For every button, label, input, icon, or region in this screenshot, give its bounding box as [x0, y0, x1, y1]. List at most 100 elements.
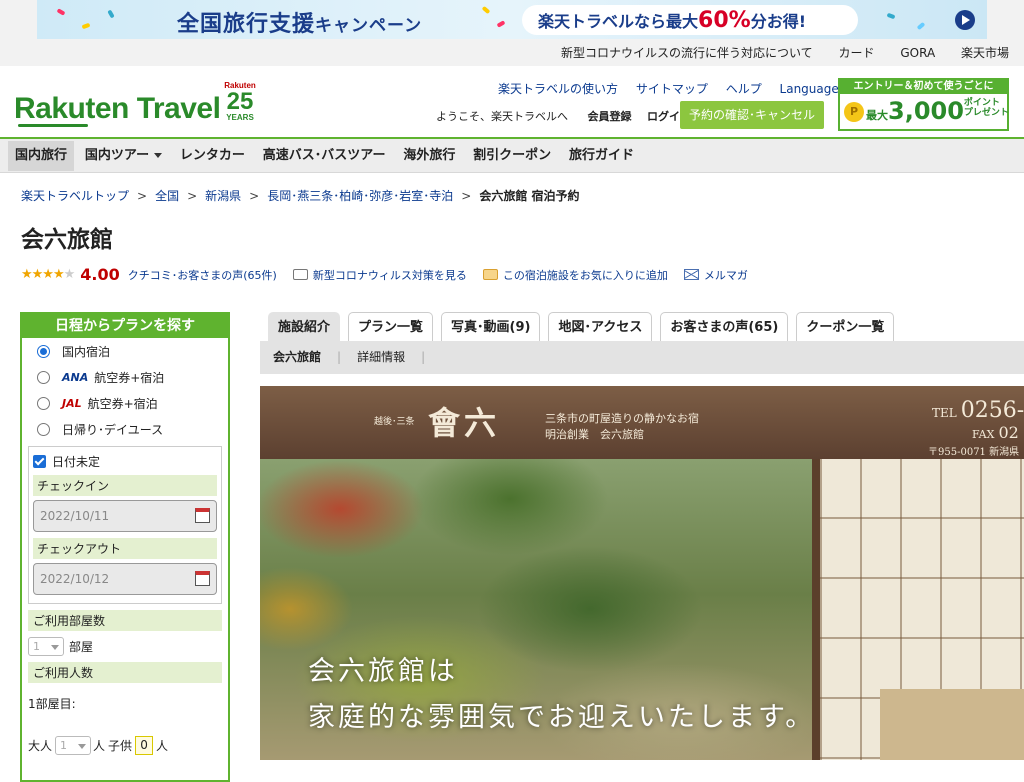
hotel-tabs: 施設紹介 プラン一覧 写真･動画(9) 地図･アクセス お客さまの声(65) ク…: [268, 312, 902, 341]
guests-label: ご利用人数: [28, 662, 222, 683]
tab-photos[interactable]: 写真･動画(9): [441, 312, 541, 341]
promo-pill-prefix: 楽天トラベルなら最大: [538, 12, 699, 31]
option-label: 国内宿泊: [62, 344, 111, 359]
anniv-number: 25: [226, 88, 254, 115]
util-link-gora[interactable]: GORA: [900, 40, 935, 66]
entry-present-text: プレゼント: [963, 108, 1009, 118]
util-link-card[interactable]: カード: [839, 40, 875, 66]
hotel-hero-image: 越後･三条 會六 三条市の町屋造りの静かなお宿 明治創業 会六旅館 TEL 025…: [260, 386, 1024, 760]
date-undecided-label: 日付未定: [52, 455, 101, 469]
checkin-date-field[interactable]: 2022/10/11: [33, 500, 217, 532]
tatami-floor: [880, 689, 1024, 760]
calendar-icon[interactable]: [195, 508, 210, 523]
hotel-calligraphy-logo: 會六: [428, 404, 501, 442]
radio-button[interactable]: [37, 422, 50, 436]
register-link[interactable]: 会員登録: [588, 110, 632, 123]
breadcrumb-separator: >: [249, 189, 260, 203]
checkbox-checked[interactable]: [33, 455, 46, 468]
global-nav: 国内旅行 国内ツアー レンタカー 高速バス･バスツアー 海外旅行 割引クーポン …: [0, 139, 1024, 173]
entry-banner-top: エントリー＆初めて使うごとに: [840, 80, 1007, 94]
confetti-decoration: [56, 8, 66, 16]
option-jal-flight-hotel[interactable]: JAL 航空券+宿泊: [22, 390, 228, 416]
tab-plans[interactable]: プラン一覧: [348, 312, 434, 341]
nav-domestic-tour-label: 国内ツアー: [84, 148, 150, 163]
date-undecided-checkbox[interactable]: 日付未定: [33, 453, 217, 470]
calendar-icon[interactable]: [195, 571, 210, 586]
newsletter-link[interactable]: メルマガ: [683, 267, 748, 283]
subnav-details[interactable]: 詳細情報: [357, 350, 405, 364]
nav-coupons[interactable]: 割引クーポン: [466, 141, 558, 171]
util-link-covid[interactable]: 新型コロナウイルスの流行に伴う対応について: [561, 40, 813, 66]
logo-swoosh: [18, 124, 88, 127]
child-label: 子供: [108, 739, 133, 753]
favorite-folder-icon: [482, 269, 498, 280]
breadcrumb-area[interactable]: 長岡･燕三条･柏崎･弥彦･岩室･寺泊: [267, 189, 453, 203]
nav-domestic-tour[interactable]: 国内ツアー: [78, 141, 169, 171]
nav-travel-guide[interactable]: 旅行ガイド: [562, 141, 641, 171]
rakuten-travel-logo[interactable]: Rakuten Travel: [14, 92, 221, 126]
star-rating-icon: ★★★★★: [21, 267, 75, 282]
promo-pill-percent: 60%: [698, 8, 751, 33]
rooms-select[interactable]: 1: [28, 637, 64, 656]
add-favorite-link[interactable]: この宿泊施設をお気に入りに追加: [482, 267, 668, 283]
promo-banner[interactable]: 全国旅行支援キャンペーン 楽天トラベルなら最大60%分お得!: [37, 0, 987, 39]
utility-bar: 新型コロナウイルスの流行に伴う対応について カード GORA 楽天市場: [0, 40, 1024, 66]
breadcrumb-current: 会六旅館 宿泊予約: [479, 189, 580, 203]
tel-number: 0256-: [960, 398, 1024, 423]
nav-rental-car[interactable]: レンタカー: [173, 141, 252, 171]
entry-point-label: ポイント プレゼント: [964, 98, 1009, 118]
util-link-ichiba[interactable]: 楽天市場: [961, 40, 1009, 66]
adult-select[interactable]: 1: [55, 736, 92, 755]
breadcrumb-separator: >: [187, 189, 198, 203]
breadcrumb-national[interactable]: 全国: [155, 189, 179, 203]
tab-coupons[interactable]: クーポン一覧: [796, 312, 895, 341]
radio-button[interactable]: [37, 396, 50, 410]
adult-unit: 人: [93, 739, 106, 753]
link-help[interactable]: ヘルプ: [726, 82, 762, 96]
hero-location-prefix: 越後･三条: [374, 417, 415, 427]
checkout-date-field[interactable]: 2022/10/12: [33, 563, 217, 595]
link-how-to-use[interactable]: 楽天トラベルの使い方: [498, 82, 618, 96]
confetti-decoration: [496, 20, 506, 28]
option-ana-flight-hotel[interactable]: ANA 航空券+宿泊: [22, 364, 228, 390]
radio-button[interactable]: [37, 344, 50, 358]
reservation-confirm-button[interactable]: 予約の確認･キャンセル: [680, 101, 824, 129]
languages-label: Languages: [779, 82, 846, 96]
entry-point-text: ポイント: [963, 98, 1000, 108]
confetti-decoration: [81, 22, 91, 30]
nav-domestic-travel[interactable]: 国内旅行: [8, 141, 75, 171]
option-day-use[interactable]: 日帰り･デイユース: [22, 416, 228, 442]
tab-map[interactable]: 地図･アクセス: [548, 312, 653, 341]
point-coin-icon: P: [844, 102, 864, 122]
covid-measures-link[interactable]: 新型コロナウィルス対策を見る: [292, 267, 467, 283]
checkin-label: チェックイン: [33, 475, 217, 496]
nav-overseas-travel[interactable]: 海外旅行: [396, 141, 462, 171]
breadcrumb-separator: >: [137, 189, 148, 203]
date-box: 日付未定 チェックイン 2022/10/11 チェックアウト 2022/10/1…: [28, 446, 222, 604]
subnav-overview[interactable]: 会六旅館: [273, 350, 321, 364]
mail-icon: [683, 269, 699, 280]
tab-facility-info[interactable]: 施設紹介: [268, 312, 341, 341]
option-domestic-stay[interactable]: 国内宿泊: [22, 338, 228, 364]
breadcrumb-niigata[interactable]: 新潟県: [205, 189, 241, 203]
confetti-decoration: [107, 9, 115, 19]
adult-label: 大人: [28, 739, 53, 753]
entry-amount: 最大3,000ポイント プレゼント: [866, 97, 1009, 125]
radio-button[interactable]: [37, 370, 50, 384]
reviews-link[interactable]: クチコミ･お客さまの声(65件): [128, 267, 277, 283]
link-sitemap[interactable]: サイトマップ: [636, 82, 708, 96]
covid-measures-label: 新型コロナウィルス対策を見る: [312, 268, 467, 282]
play-icon[interactable]: [955, 10, 975, 30]
breadcrumb-top[interactable]: 楽天トラベルトップ: [21, 189, 129, 203]
entry-point-banner[interactable]: エントリー＆初めて使うごとに P 最大3,000ポイント プレゼント: [838, 78, 1009, 131]
nav-highway-bus[interactable]: 高速バス･バスツアー: [256, 141, 393, 171]
breadcrumb-separator: >: [461, 189, 472, 203]
jal-logo: JAL: [62, 396, 82, 410]
header-links: 楽天トラベルの使い方 サイトマップ ヘルプ Languages: [498, 80, 886, 97]
welcome-area: ようこそ、楽天トラベルへ 会員登録 ログイン: [436, 108, 691, 124]
checkin-date-value: 2022/10/11: [40, 509, 110, 523]
child-count-input[interactable]: 0: [135, 736, 154, 755]
tel-label: TEL: [932, 406, 957, 420]
checkout-date-value: 2022/10/12: [40, 572, 110, 586]
tab-reviews[interactable]: お客さまの声(65): [660, 312, 789, 341]
